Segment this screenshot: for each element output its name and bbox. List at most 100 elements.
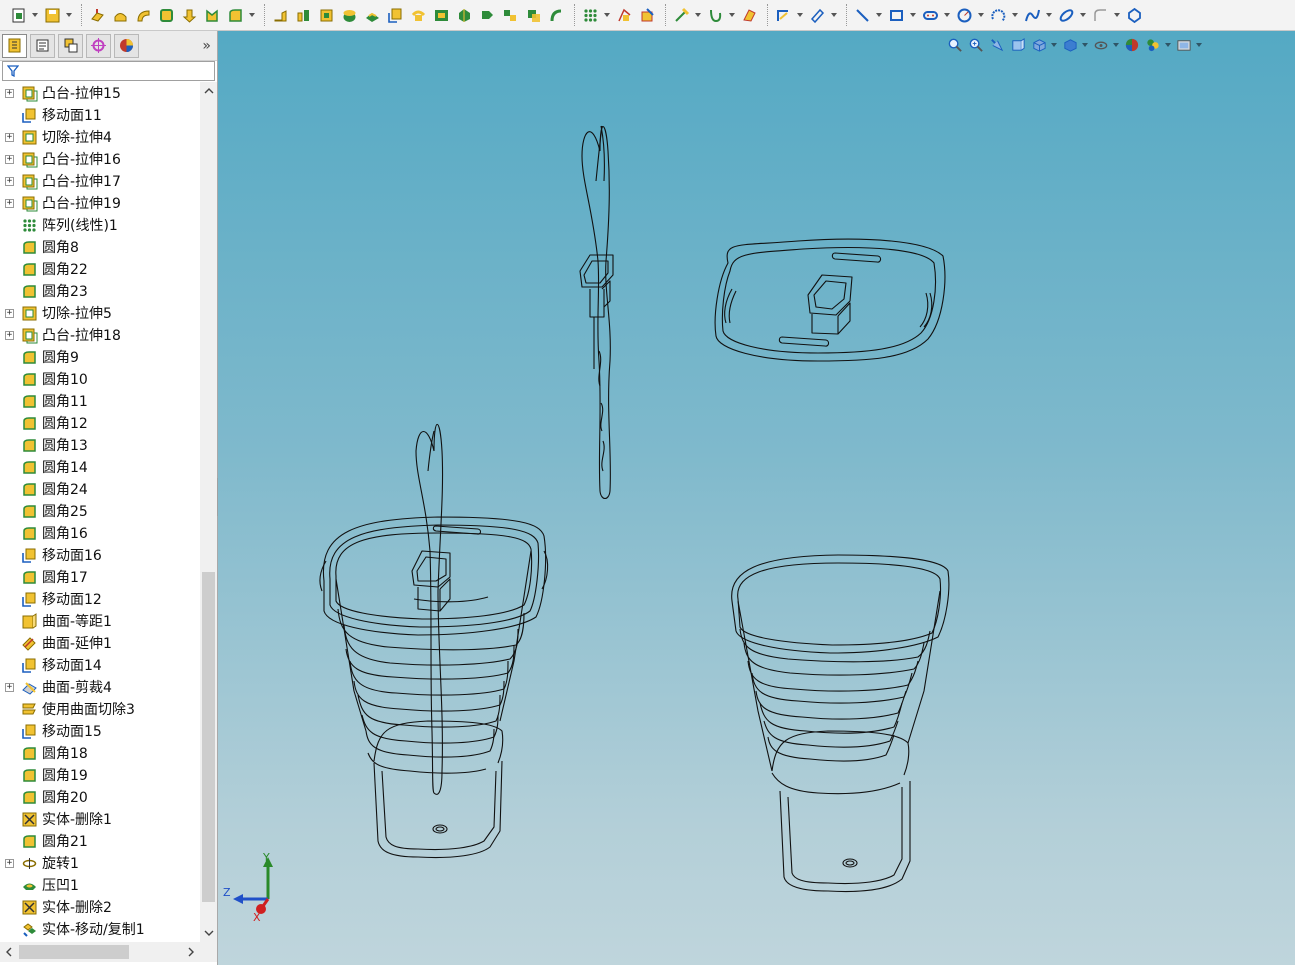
solid-move-icon[interactable]	[454, 5, 475, 26]
property-manager-icon[interactable]	[30, 33, 55, 58]
linear-pattern-icon[interactable]	[580, 5, 601, 26]
tree-item[interactable]: + 凸台-拉伸17	[0, 170, 200, 192]
view-settings-icon[interactable]	[1174, 36, 1194, 54]
chevron-down-icon[interactable]	[875, 5, 883, 26]
fillet-icon[interactable]	[225, 5, 246, 26]
chevron-down-icon[interactable]	[1195, 36, 1202, 54]
smart-dimension-icon[interactable]	[807, 5, 828, 26]
tree-item[interactable]: 圆角13	[0, 434, 200, 456]
chevron-down-icon[interactable]	[1164, 36, 1171, 54]
scroll-right-icon[interactable]	[183, 942, 200, 962]
save-icon[interactable]	[42, 5, 63, 26]
expand-toggle-icon[interactable]: +	[5, 858, 14, 868]
thicken-icon[interactable]	[431, 5, 452, 26]
scroll-left-icon[interactable]	[0, 942, 17, 962]
scroll-up-icon[interactable]	[200, 82, 217, 99]
tree-item[interactable]: 移动面12	[0, 588, 200, 610]
tree-item[interactable]: 圆角18	[0, 742, 200, 764]
extruded-cut-icon[interactable]	[179, 5, 200, 26]
extruded-boss-icon[interactable]	[87, 5, 108, 26]
expand-toggle-icon[interactable]: +	[5, 154, 14, 164]
dimxpert-icon[interactable]	[86, 33, 111, 58]
shell-icon[interactable]	[293, 5, 314, 26]
expand-toggle-icon[interactable]: +	[5, 198, 14, 208]
feature-manager-icon[interactable]	[2, 33, 27, 58]
tree-item[interactable]: + 旋转1	[0, 852, 200, 874]
chevron-down-icon[interactable]	[694, 5, 702, 26]
chevron-down-icon[interactable]	[943, 5, 951, 26]
apply-scene-icon[interactable]	[1143, 36, 1163, 54]
chevron-down-icon[interactable]	[1112, 36, 1119, 54]
helix-icon[interactable]	[705, 5, 726, 26]
chevron-down-icon[interactable]	[830, 5, 838, 26]
dome-icon[interactable]	[339, 5, 360, 26]
edit-appearance-icon[interactable]	[1122, 36, 1142, 54]
tree-item[interactable]: 圆角20	[0, 786, 200, 808]
tree-item[interactable]: 压凹1	[0, 874, 200, 896]
expand-toggle-icon[interactable]: +	[5, 682, 14, 692]
tree-filter[interactable]	[2, 61, 215, 81]
tree-horizontal-scrollbar[interactable]	[0, 942, 217, 962]
tree-item[interactable]: 实体-删除1	[0, 808, 200, 830]
tree-item[interactable]: 曲面-等距1	[0, 610, 200, 632]
chevron-down-icon[interactable]	[796, 5, 804, 26]
chevron-down-icon[interactable]	[1050, 36, 1057, 54]
tree-item[interactable]: 移动面15	[0, 720, 200, 742]
tree-item[interactable]: 圆角24	[0, 478, 200, 500]
tree-item[interactable]: 圆角21	[0, 830, 200, 852]
tree-item[interactable]: + 凸台-拉伸19	[0, 192, 200, 214]
tree-item[interactable]: + 凸台-拉伸18	[0, 324, 200, 346]
chevron-down-icon[interactable]	[31, 5, 39, 26]
line-icon[interactable]	[852, 5, 873, 26]
tree-item[interactable]: 移动面11	[0, 104, 200, 126]
tree-item[interactable]: 圆角23	[0, 280, 200, 302]
new-doc-icon[interactable]	[8, 5, 29, 26]
tree-item[interactable]: 圆角12	[0, 412, 200, 434]
spline-icon[interactable]	[1022, 5, 1043, 26]
chevron-down-icon[interactable]	[1045, 5, 1053, 26]
hscroll-thumb[interactable]	[19, 945, 129, 959]
tree-vertical-scrollbar[interactable]	[200, 82, 217, 942]
lofted-boss-icon[interactable]	[156, 5, 177, 26]
chevron-down-icon[interactable]	[728, 5, 736, 26]
circle-icon[interactable]	[954, 5, 975, 26]
expand-toggle-icon[interactable]: +	[5, 132, 14, 142]
hide-show-items-icon[interactable]	[1091, 36, 1111, 54]
intersect-icon[interactable]	[523, 5, 544, 26]
configuration-manager-icon[interactable]	[58, 33, 83, 58]
display-manager-icon[interactable]	[114, 33, 139, 58]
chevron-down-icon[interactable]	[65, 5, 73, 26]
tree-item[interactable]: 圆角16	[0, 522, 200, 544]
expand-toggle-icon[interactable]: +	[5, 176, 14, 186]
rib-icon[interactable]	[270, 5, 291, 26]
tree-item[interactable]: 圆角25	[0, 500, 200, 522]
graphics-viewport[interactable]: Y Z X	[218, 31, 1295, 965]
section-view-icon[interactable]	[1008, 36, 1028, 54]
mirror-icon[interactable]	[546, 5, 567, 26]
revolved-boss-icon[interactable]	[110, 5, 131, 26]
chevron-down-icon[interactable]	[1113, 5, 1121, 26]
slot-icon[interactable]	[920, 5, 941, 26]
surface-icon[interactable]	[739, 5, 760, 26]
sketch-fillet-icon[interactable]	[1090, 5, 1111, 26]
instant3d-icon[interactable]	[637, 5, 658, 26]
tree-item[interactable]: + 凸台-拉伸16	[0, 148, 200, 170]
hole-icon[interactable]	[408, 5, 429, 26]
tree-item[interactable]: 移动面16	[0, 544, 200, 566]
tree-item[interactable]: 圆角22	[0, 258, 200, 280]
panel-expand-button[interactable]: »	[202, 38, 211, 54]
tree-item[interactable]: 圆角14	[0, 456, 200, 478]
chevron-down-icon[interactable]	[909, 5, 917, 26]
expand-toggle-icon[interactable]: +	[5, 88, 14, 98]
scroll-thumb[interactable]	[202, 572, 215, 902]
combine-icon[interactable]	[500, 5, 521, 26]
polygon-icon[interactable]	[1124, 5, 1145, 26]
expand-toggle-icon[interactable]: +	[5, 330, 14, 340]
view-orientation-icon[interactable]	[1029, 36, 1049, 54]
chevron-down-icon[interactable]	[248, 5, 256, 26]
display-style-icon[interactable]	[1060, 36, 1080, 54]
tree-item[interactable]: 圆角19	[0, 764, 200, 786]
tree-item[interactable]: + 凸台-拉伸15	[0, 82, 200, 104]
tree-item[interactable]: 圆角10	[0, 368, 200, 390]
tree-item[interactable]: + 切除-拉伸4	[0, 126, 200, 148]
